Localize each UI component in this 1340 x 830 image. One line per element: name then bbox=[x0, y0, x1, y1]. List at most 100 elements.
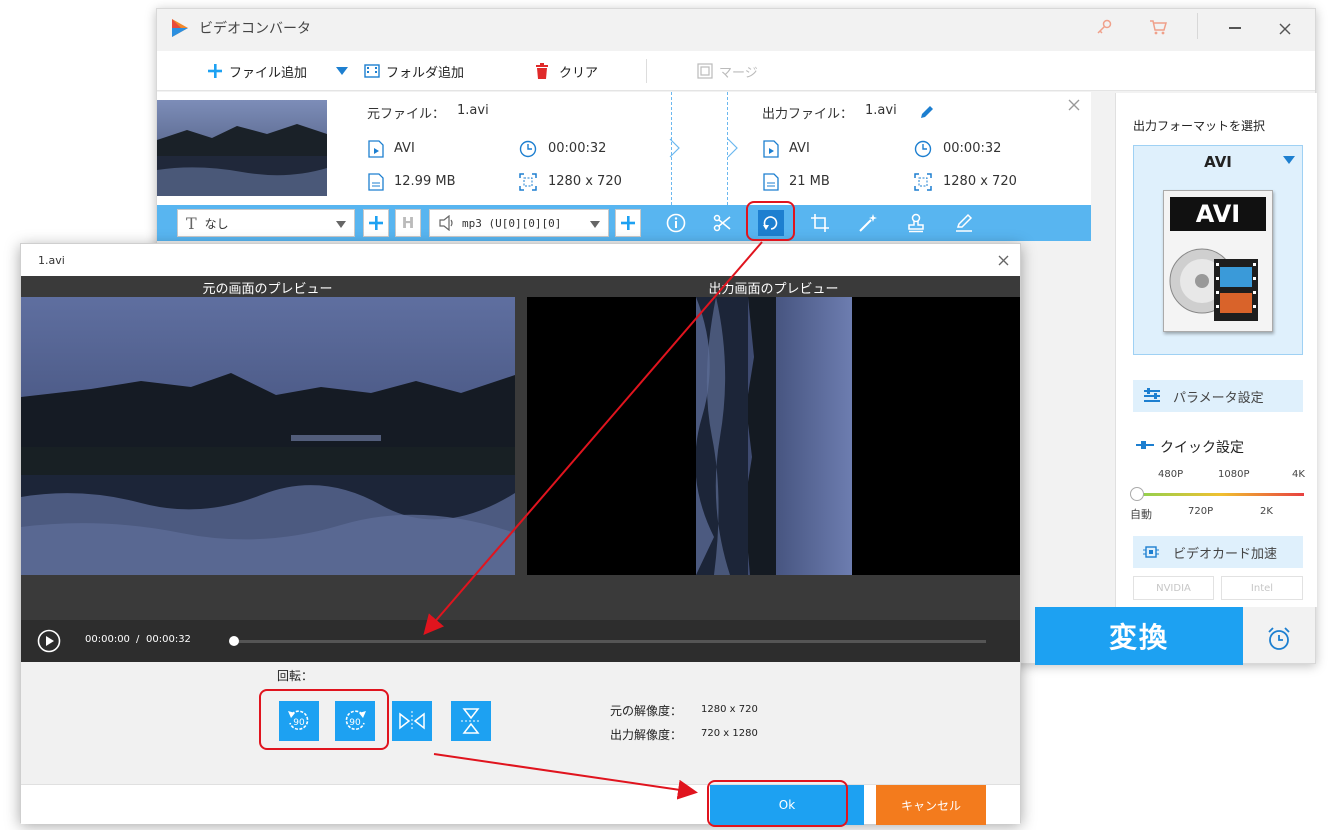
output-settings-panel: 出力フォーマットを選択 AVI AVI パラメータ設定 クイック設定 480P … bbox=[1115, 93, 1317, 607]
chevron-down-icon bbox=[590, 221, 600, 228]
plus-icon bbox=[208, 64, 222, 78]
close-icon[interactable] bbox=[998, 255, 1009, 266]
chip-icon bbox=[1143, 546, 1159, 558]
convert-button[interactable]: 変換 bbox=[1035, 607, 1243, 665]
add-file-label: ファイル追加 bbox=[229, 65, 308, 81]
chevron-down-icon bbox=[336, 221, 346, 228]
add-audio-button[interactable] bbox=[615, 209, 641, 237]
highlight-rotate-buttons bbox=[259, 689, 389, 750]
clock-icon bbox=[914, 140, 932, 158]
resolution-icon bbox=[519, 173, 537, 191]
scissors-icon[interactable] bbox=[709, 210, 735, 236]
info-icon[interactable] bbox=[663, 210, 689, 236]
text-icon: T bbox=[186, 213, 197, 233]
flip-vertical-icon bbox=[461, 708, 481, 734]
playback-controls: 00:00:00 / 00:00:32 bbox=[21, 620, 1020, 662]
merge-label: マージ bbox=[719, 65, 758, 81]
nvidia-option[interactable]: NVIDIA bbox=[1133, 576, 1214, 600]
original-resolution-value: 1280 x 720 bbox=[701, 704, 758, 715]
time-separator: / bbox=[136, 634, 140, 645]
parameter-settings-button[interactable]: パラメータ設定 bbox=[1133, 380, 1303, 412]
disc-film-icon bbox=[1169, 248, 1258, 321]
close-icon[interactable] bbox=[1279, 23, 1291, 35]
clock-icon bbox=[519, 140, 537, 158]
output-preview bbox=[527, 297, 1020, 575]
parameter-settings-label: パラメータ設定 bbox=[1173, 390, 1264, 406]
minimize-icon[interactable] bbox=[1229, 27, 1241, 29]
sliders-icon bbox=[1144, 388, 1160, 402]
arrow-right-icon bbox=[669, 138, 680, 158]
format-selector[interactable]: AVI AVI bbox=[1133, 145, 1303, 355]
app-logo-icon bbox=[172, 19, 188, 37]
output-resolution-label: 出力解像度： bbox=[610, 728, 683, 742]
edit-pencil-icon[interactable] bbox=[919, 104, 935, 120]
output-resolution: 1280 x 720 bbox=[943, 174, 1017, 189]
chevron-down-icon[interactable] bbox=[336, 67, 348, 75]
format-panel-title: 出力フォーマットを選択 bbox=[1133, 119, 1266, 133]
highlight-rotate-tool bbox=[746, 201, 795, 241]
plus-icon bbox=[369, 216, 383, 230]
quick-settings-label: クイック設定 bbox=[1160, 440, 1244, 456]
video-file-icon bbox=[763, 140, 779, 158]
play-icon[interactable] bbox=[37, 629, 61, 653]
gpu-accel-button[interactable]: ビデオカード加速 bbox=[1133, 536, 1303, 568]
hd-icon[interactable]: H bbox=[395, 209, 421, 237]
clear-button[interactable]: クリア bbox=[535, 51, 598, 91]
file-item: 元ファイル： 1.avi AVI 00:00:32 12.99 MB 1280 … bbox=[157, 92, 1091, 205]
output-size: 21 MB bbox=[789, 174, 830, 189]
add-folder-label: フォルダ追加 bbox=[386, 65, 465, 81]
progress-handle[interactable] bbox=[229, 636, 239, 646]
add-file-button[interactable]: ファイル追加 bbox=[207, 51, 307, 91]
output-resolution-value: 720 x 1280 bbox=[701, 728, 758, 739]
flip-horizontal-button[interactable] bbox=[392, 701, 432, 741]
source-format: AVI bbox=[394, 141, 415, 156]
merge-icon bbox=[697, 63, 713, 79]
crop-icon[interactable] bbox=[807, 210, 833, 236]
key-icon[interactable] bbox=[1095, 18, 1113, 36]
resolution-icon bbox=[914, 173, 932, 191]
file-size-icon bbox=[368, 173, 384, 191]
progress-track[interactable] bbox=[233, 640, 986, 643]
speaker-icon bbox=[439, 215, 453, 231]
original-preview-label: 元の画面のプレビュー bbox=[202, 282, 333, 297]
folder-film-icon bbox=[364, 64, 380, 78]
cancel-button[interactable]: キャンセル bbox=[876, 785, 986, 825]
app-title: ビデオコンバータ bbox=[199, 21, 311, 37]
divider bbox=[646, 59, 647, 83]
audio-track-select[interactable]: mp3 (U[0][0][0] bbox=[429, 209, 609, 237]
original-resolution-label: 元の解像度： bbox=[610, 704, 683, 718]
edit-effect-icon[interactable] bbox=[951, 210, 977, 236]
audio-value: mp3 (U[0][0][0] bbox=[462, 216, 562, 230]
quick-setting-icon bbox=[1136, 441, 1154, 449]
cart-icon[interactable] bbox=[1148, 18, 1168, 36]
trash-icon bbox=[536, 63, 548, 79]
merge-button[interactable]: マージ bbox=[697, 51, 758, 91]
avi-format-icon: AVI bbox=[1163, 190, 1273, 332]
gpu-accel-label: ビデオカード加速 bbox=[1173, 546, 1278, 562]
output-file-label: 出力ファイル： bbox=[762, 107, 854, 122]
highlight-ok-button bbox=[707, 780, 848, 827]
intel-label: Intel bbox=[1250, 582, 1274, 594]
quality-slider-track[interactable] bbox=[1138, 493, 1304, 496]
file-size-icon bbox=[763, 173, 779, 191]
subtitle-select[interactable]: T なし bbox=[177, 209, 355, 237]
quality-slider-handle[interactable] bbox=[1130, 487, 1144, 501]
slider-label-720p: 720P bbox=[1188, 506, 1214, 517]
video-thumbnail[interactable] bbox=[157, 100, 327, 196]
flip-vertical-button[interactable] bbox=[451, 701, 491, 741]
edit-toolbar: T なし H mp3 (U[0][0][0] bbox=[157, 205, 1091, 241]
add-subtitle-button[interactable] bbox=[363, 209, 389, 237]
dialog-title-bar: 1.avi bbox=[21, 244, 1020, 276]
output-preview-label: 出力画面のプレビュー bbox=[708, 282, 839, 297]
add-folder-button[interactable]: フォルダ追加 bbox=[364, 51, 464, 91]
arrow-right-icon bbox=[727, 138, 738, 158]
remove-file-icon[interactable] bbox=[1068, 99, 1080, 111]
divider bbox=[1197, 13, 1198, 39]
original-preview bbox=[21, 297, 515, 575]
format-badge: AVI bbox=[1170, 197, 1266, 231]
magic-wand-icon[interactable] bbox=[855, 210, 881, 236]
alarm-clock-icon[interactable] bbox=[1266, 626, 1292, 652]
current-time: 00:00:00 bbox=[85, 634, 130, 645]
intel-option[interactable]: Intel bbox=[1221, 576, 1303, 600]
watermark-stamp-icon[interactable] bbox=[903, 210, 929, 236]
